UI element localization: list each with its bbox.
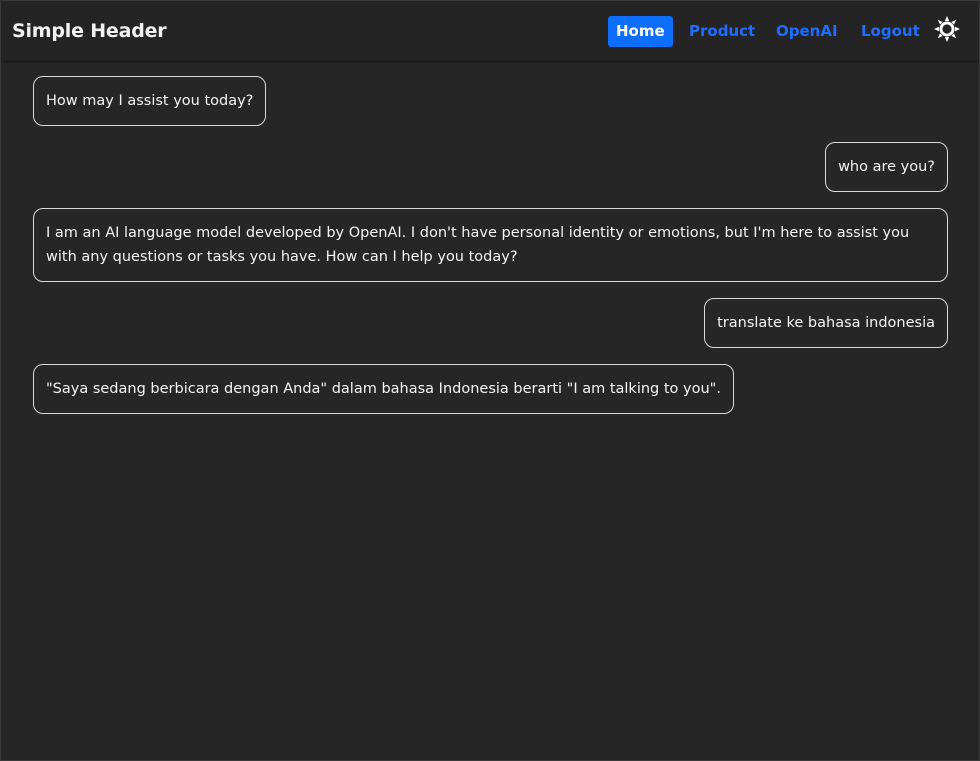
nav-logout-link[interactable]: Logout [861, 16, 920, 47]
top-header: Simple Header Home Product OpenAI Logout [1, 1, 979, 61]
nav-home-link[interactable]: Home [608, 16, 673, 47]
assistant-message: "Saya sedang berbicara dengan Anda" dala… [33, 364, 734, 414]
sun-icon [934, 16, 960, 42]
theme-toggle-button[interactable] [934, 16, 960, 42]
user-message: who are you? [825, 142, 948, 192]
nav-openai-link[interactable]: OpenAI [776, 16, 838, 47]
user-message: translate ke bahasa indonesia [704, 298, 948, 348]
nav-product-link[interactable]: Product [689, 16, 755, 47]
assistant-message: How may I assist you today? [33, 76, 267, 126]
brand-title: Simple Header [12, 20, 167, 42]
assistant-message: I am an AI language model developed by O… [33, 208, 948, 282]
app-window: Simple Header Home Product OpenAI Logout [0, 0, 980, 761]
